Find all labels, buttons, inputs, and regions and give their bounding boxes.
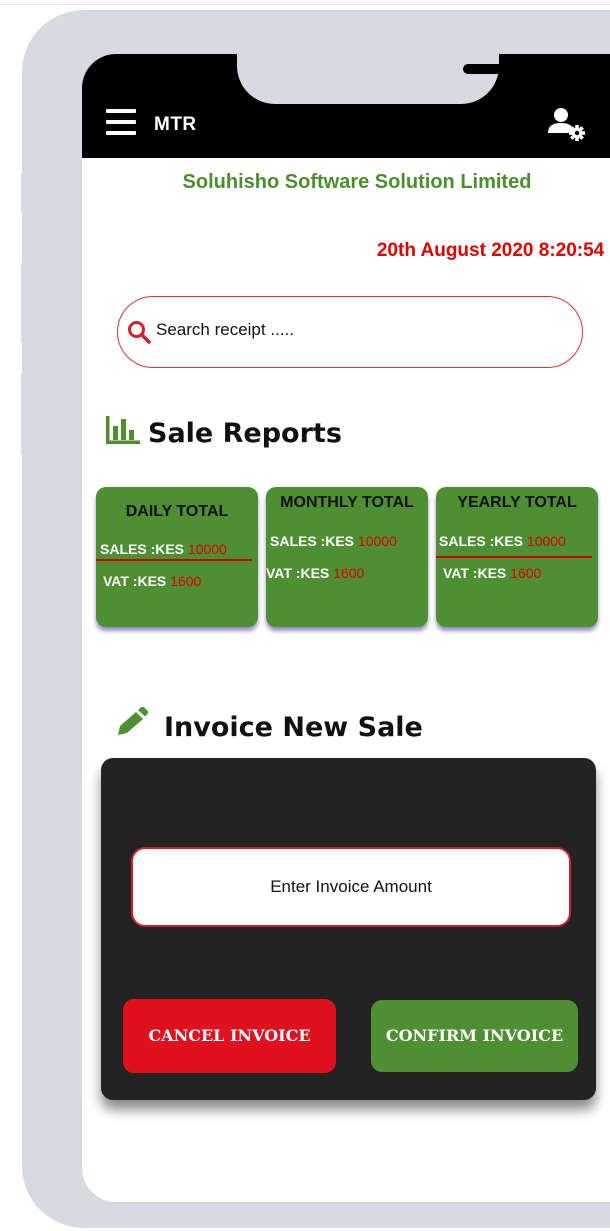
sales-line: SALES :KES 10000 [100, 541, 227, 557]
search-input[interactable]: Search receipt ..... [156, 320, 294, 340]
sale-reports-heading: Sale Reports [148, 418, 342, 449]
bar-chart-icon [106, 416, 140, 444]
hamburger-menu-icon[interactable] [106, 109, 136, 135]
confirm-invoice-button[interactable]: CONFIRM INVOICE [371, 1000, 578, 1072]
phone-screen: MTR Soluhisho Software Solution Limited … [82, 54, 610, 1202]
vat-line: VAT :KES 1600 [266, 565, 364, 581]
vat-value: 1600 [170, 573, 202, 589]
front-camera [565, 58, 583, 76]
sales-value: 10000 [526, 533, 566, 549]
card-title: MONTHLY TOTAL [280, 494, 414, 511]
vat-line: VAT :KES 1600 [443, 565, 541, 581]
top-divider [0, 4, 610, 5]
invoice-panel: Enter Invoice Amount CANCEL INVOICE CONF… [101, 758, 596, 1100]
monthly-total-card[interactable]: MONTHLY TOTAL SALES :KES 10000 VAT :KES … [266, 487, 428, 627]
sales-label: SALES :KES [270, 533, 355, 549]
card-divider [96, 559, 252, 561]
phone-frame: MTR Soluhisho Software Solution Limited … [22, 10, 610, 1228]
invoice-amount-input[interactable]: Enter Invoice Amount [131, 847, 571, 927]
daily-total-card[interactable]: DAILY TOTAL SALES :KES 10000 VAT :KES 16… [96, 487, 258, 627]
card-title: DAILY TOTAL [125, 503, 229, 520]
vat-label: VAT :KES [443, 565, 507, 581]
company-name: Soluhisho Software Solution Limited [182, 171, 532, 193]
cancel-invoice-button[interactable]: CANCEL INVOICE [123, 999, 336, 1073]
phone-notch [237, 54, 583, 104]
search-icon [128, 321, 151, 344]
speaker-grille [463, 64, 523, 74]
sales-label: SALES :KES [100, 541, 185, 557]
app-header: MTR [82, 54, 610, 158]
vat-label: VAT :KES [103, 573, 167, 589]
card-divider [436, 556, 592, 558]
sales-label: SALES :KES [439, 533, 524, 549]
sales-line: SALES :KES 10000 [270, 533, 397, 549]
search-receipt-field[interactable]: Search receipt ..... [117, 296, 583, 368]
user-settings-icon[interactable] [547, 106, 587, 146]
app-name: MTR [154, 114, 197, 135]
sales-line: SALES :KES 10000 [439, 533, 566, 549]
vat-value: 1600 [510, 565, 542, 581]
vat-line: VAT :KES 1600 [103, 573, 201, 589]
invoice-new-sale-heading: Invoice New Sale [164, 712, 423, 743]
vat-label: VAT :KES [266, 565, 330, 581]
yearly-total-card[interactable]: YEARLY TOTAL SALES :KES 10000 VAT :KES 1… [436, 487, 598, 627]
current-datetime: 20th August 2020 8:20:54 am [376, 240, 610, 261]
card-title: YEARLY TOTAL [457, 494, 577, 511]
vat-value: 1600 [333, 565, 365, 581]
sales-value: 10000 [187, 541, 227, 557]
pencil-icon [118, 707, 149, 735]
sales-value: 10000 [357, 533, 397, 549]
